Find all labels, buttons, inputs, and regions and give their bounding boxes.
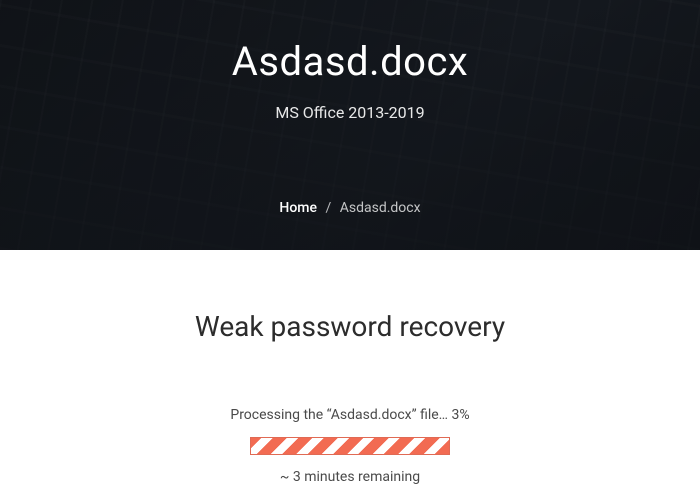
breadcrumb-current: Asdasd.docx — [340, 200, 421, 216]
progress-bar-fill — [251, 438, 449, 454]
time-remaining: ~ 3 minutes remaining — [40, 469, 660, 485]
hero-content: Asdasd.docx MS Office 2013-2019 — [0, 0, 700, 122]
progress-bar — [250, 437, 450, 455]
page-subtitle: MS Office 2013-2019 — [0, 103, 700, 122]
breadcrumb-separator: / — [325, 200, 331, 216]
hero-banner: Asdasd.docx MS Office 2013-2019 Home / A… — [0, 0, 700, 250]
breadcrumb-home-link[interactable]: Home — [279, 200, 317, 216]
section-heading: Weak password recovery — [40, 310, 660, 343]
breadcrumb: Home / Asdasd.docx — [0, 200, 700, 216]
processing-status: Processing the “Asdasd.docx” file… 3% — [40, 407, 660, 423]
page-title: Asdasd.docx — [0, 38, 700, 85]
progress-bar-container — [40, 437, 660, 455]
main-content: Weak password recovery Processing the “A… — [0, 250, 700, 503]
